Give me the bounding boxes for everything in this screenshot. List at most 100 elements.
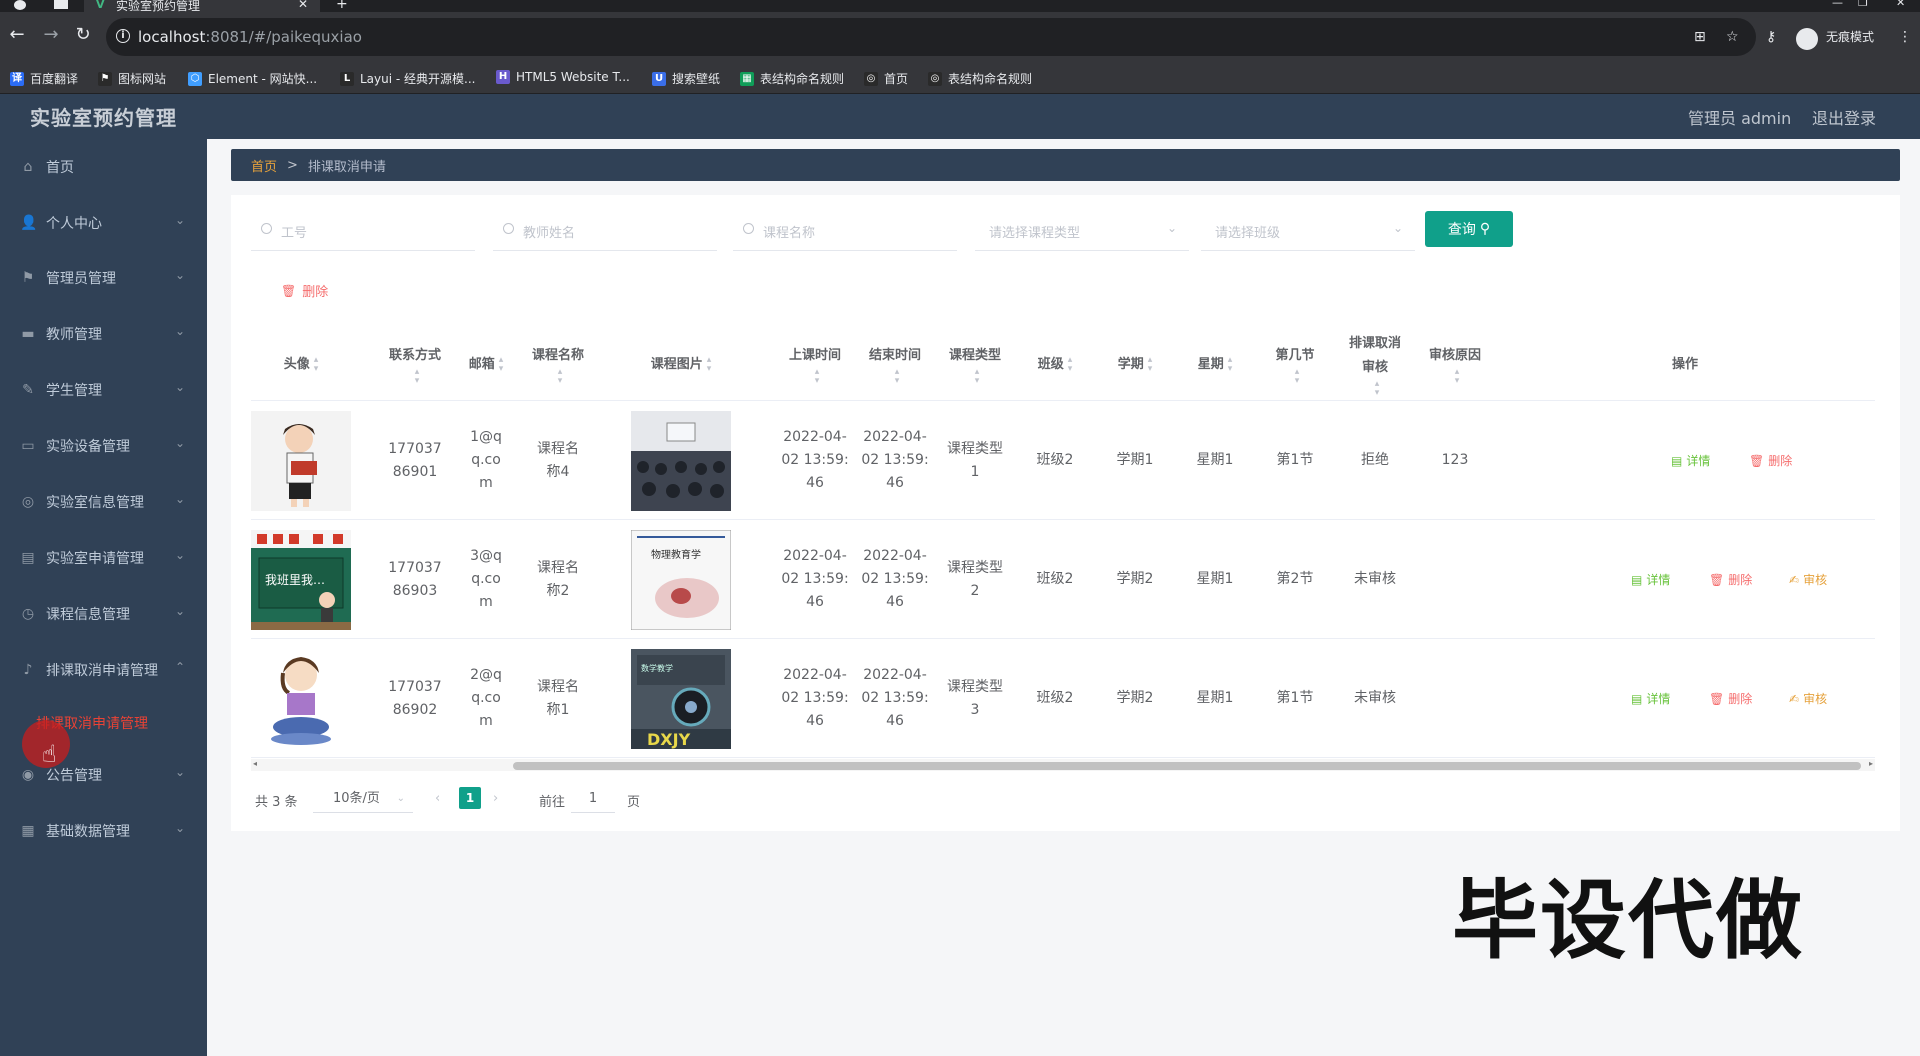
column-header-audit[interactable]: 排课取消审核 ▴ ▾ bbox=[1335, 329, 1415, 401]
bookmark-item[interactable]: U 搜索壁纸 bbox=[652, 70, 720, 87]
column-header-term[interactable]: 学期 ▴ ▾ bbox=[1095, 329, 1175, 401]
sort-icon[interactable]: ▴ ▾ bbox=[975, 368, 980, 386]
page-number[interactable]: 1 bbox=[459, 787, 481, 809]
column-header-avatar[interactable]: 头像 ▴ ▾ bbox=[251, 329, 351, 401]
sidebar-item-11[interactable]: ▦ 基础数据管理 ⌄ bbox=[0, 803, 207, 859]
breadcrumb-home[interactable]: 首页 bbox=[251, 156, 277, 175]
browser-menu-icon[interactable]: ⋮ bbox=[1898, 29, 1912, 45]
home-icon: ⌂ bbox=[23, 159, 33, 175]
reload-icon[interactable]: ↻ bbox=[72, 26, 94, 44]
bookmark-item[interactable]: ⚑ 图标网站 bbox=[98, 70, 166, 87]
column-header-period[interactable]: 第几节 ▴ ▾ bbox=[1255, 329, 1335, 401]
sidebar-item-7[interactable]: ▤ 实验室申请管理 ⌄ bbox=[0, 530, 207, 586]
sidebar-item-0[interactable]: ⌂ 首页 bbox=[0, 139, 207, 195]
sidebar-item-6[interactable]: ◎ 实验室信息管理 ⌄ bbox=[0, 474, 207, 530]
sort-icon[interactable]: ▴ ▾ bbox=[1375, 380, 1380, 398]
scroll-right-icon[interactable]: ▸ bbox=[1869, 759, 1873, 768]
sort-icon[interactable]: ▴ ▾ bbox=[1228, 356, 1233, 374]
goto-input[interactable]: 1 bbox=[571, 785, 615, 813]
incognito-label[interactable]: 无痕模式 bbox=[1826, 28, 1874, 45]
course-name-input[interactable]: 课程名称 bbox=[733, 211, 957, 251]
gonghao-input[interactable]: 工号 bbox=[251, 211, 475, 251]
teacher-name-input[interactable]: 教师姓名 bbox=[493, 211, 717, 251]
next-page-icon[interactable]: › bbox=[493, 791, 498, 806]
course-type-select[interactable]: 请选择课程类型 ⌄ bbox=[975, 211, 1189, 251]
bookmark-star-icon[interactable]: ☆ bbox=[1726, 29, 1739, 45]
sort-icon[interactable]: ▴ ▾ bbox=[558, 368, 563, 386]
sort-icon[interactable]: ▴ ▾ bbox=[895, 368, 900, 386]
column-header-course-img[interactable]: 课程图片 ▴ ▾ bbox=[601, 329, 761, 401]
sidebar-item-1[interactable]: 👤 个人中心 ⌄ bbox=[0, 195, 207, 251]
translate-icon[interactable]: ⊞ bbox=[1694, 29, 1706, 45]
class-select[interactable]: 请选择班级 ⌄ bbox=[1201, 211, 1415, 251]
bookmark-item[interactable]: 译百度翻译 bbox=[10, 70, 78, 87]
query-button[interactable]: 查询 ⚲ bbox=[1425, 211, 1513, 247]
bookmark-item[interactable]: L Layui - 经典开源模... bbox=[340, 70, 475, 87]
sidebar-item-3[interactable]: ▬ 教师管理 ⌄ bbox=[0, 306, 207, 362]
window-icon[interactable] bbox=[54, 0, 68, 9]
column-header-email[interactable]: 邮箱 ▴ ▾ bbox=[455, 329, 517, 401]
forward-icon[interactable]: → bbox=[40, 26, 62, 44]
sort-icon[interactable]: ▴ ▾ bbox=[1068, 356, 1073, 374]
info-icon[interactable]: i bbox=[116, 29, 130, 43]
sidebar-item-5[interactable]: ▭ 实验设备管理 ⌄ bbox=[0, 418, 207, 474]
column-header-start[interactable]: 上课时间 ▴ ▾ bbox=[775, 329, 855, 401]
scrollbar-thumb[interactable] bbox=[513, 762, 1861, 770]
sort-icon[interactable]: ▴ ▾ bbox=[1148, 356, 1153, 374]
delete-button[interactable]: 🗑 删除 bbox=[1749, 401, 1792, 520]
tab-close-icon[interactable]: ✕ bbox=[298, 0, 308, 11]
column-header-contact[interactable]: 联系方式 ▴ ▾ bbox=[375, 329, 455, 401]
detail-button[interactable]: ▤ 详情 bbox=[1671, 401, 1710, 520]
column-header-weekday[interactable]: 星期 ▴ ▾ bbox=[1175, 329, 1255, 401]
course-image: 物理教育学 bbox=[630, 529, 732, 630]
delete-button[interactable]: 🗑 删除 bbox=[1709, 639, 1752, 758]
sidebar-item-2[interactable]: ⚑ 管理员管理 ⌄ bbox=[0, 250, 207, 306]
sort-icon[interactable]: ▴ ▾ bbox=[415, 368, 420, 386]
delete-button[interactable]: 🗑 删除 bbox=[1709, 520, 1752, 639]
audit-button[interactable]: ✍ 审核 bbox=[1789, 520, 1827, 639]
column-header-class[interactable]: 班级 ▴ ▾ bbox=[1015, 329, 1095, 401]
incognito-icon[interactable] bbox=[1796, 28, 1818, 50]
bookmark-item[interactable]: ▦ 表结构命名规则 bbox=[740, 70, 844, 87]
column-header-label: 课程类型 bbox=[948, 348, 1001, 363]
detail-button[interactable]: ▤ 详情 bbox=[1631, 520, 1670, 639]
back-icon[interactable]: ← bbox=[6, 26, 28, 44]
sort-icon[interactable]: ▴ ▾ bbox=[815, 368, 820, 386]
column-header-end[interactable]: 结束时间 ▴ ▾ bbox=[855, 329, 935, 401]
minimize-icon[interactable]: — bbox=[1832, 0, 1843, 9]
window-close-icon[interactable]: ✕ bbox=[1896, 0, 1905, 9]
audit-button[interactable]: ✍ 审核 bbox=[1789, 639, 1827, 758]
course-name-cell: 课程名称4 bbox=[537, 440, 579, 480]
prev-page-icon[interactable]: ‹ bbox=[435, 791, 440, 806]
bookmark-item[interactable]: ◎ 首页 bbox=[864, 70, 908, 87]
logout-link[interactable]: 退出登录 bbox=[1812, 105, 1876, 129]
new-tab-icon[interactable]: + bbox=[336, 0, 348, 12]
end-time-cell: 2022-04-02 13:59:46 bbox=[861, 667, 929, 729]
sort-icon[interactable]: ▴ ▾ bbox=[1455, 368, 1460, 386]
sort-icon[interactable]: ▴ ▾ bbox=[707, 356, 712, 374]
sidebar-item-9[interactable]: ♪ 排课取消申请管理 ⌃ bbox=[0, 642, 207, 698]
sidebar-item-4[interactable]: ✎ 学生管理 ⌄ bbox=[0, 362, 207, 418]
maximize-icon[interactable]: ❐ bbox=[1858, 0, 1868, 9]
detail-button[interactable]: ▤ 详情 bbox=[1631, 639, 1670, 758]
batch-delete-button[interactable]: 🗑 删除 bbox=[281, 281, 328, 301]
column-header-type[interactable]: 课程类型 ▴ ▾ bbox=[935, 329, 1015, 401]
hand-cursor-icon: ☝ bbox=[42, 740, 57, 768]
sort-icon[interactable]: ▴ ▾ bbox=[1295, 368, 1300, 386]
email-cell: 3@qq.com bbox=[470, 548, 502, 610]
sidebar-item-8[interactable]: ◷ 课程信息管理 ⌄ bbox=[0, 586, 207, 642]
column-header-reason[interactable]: 审核原因 ▴ ▾ bbox=[1415, 329, 1495, 401]
page-size-select[interactable]: 10条/页 ⌄ bbox=[313, 785, 413, 813]
bookmark-item[interactable]: H HTML5 Website T... bbox=[496, 70, 630, 84]
url-text[interactable]: localhost:8081/#/paikequxiao bbox=[138, 28, 362, 46]
avatar-image bbox=[251, 648, 351, 749]
horizontal-scrollbar[interactable]: ◂ ▸ bbox=[251, 759, 1875, 771]
key-icon[interactable]: ⚷ bbox=[1766, 29, 1776, 45]
scroll-left-icon[interactable]: ◂ bbox=[253, 759, 257, 768]
sort-icon[interactable]: ▴ ▾ bbox=[499, 356, 504, 374]
bookmark-item[interactable]: ⬡ Element - 网站快... bbox=[188, 70, 317, 87]
column-header-course-name[interactable]: 课程名称 ▴ ▾ bbox=[517, 329, 599, 401]
bookmark-item[interactable]: ◎ 表结构命名规则 bbox=[928, 70, 1032, 87]
sort-icon[interactable]: ▴ ▾ bbox=[314, 356, 319, 374]
search-icon bbox=[503, 223, 514, 234]
